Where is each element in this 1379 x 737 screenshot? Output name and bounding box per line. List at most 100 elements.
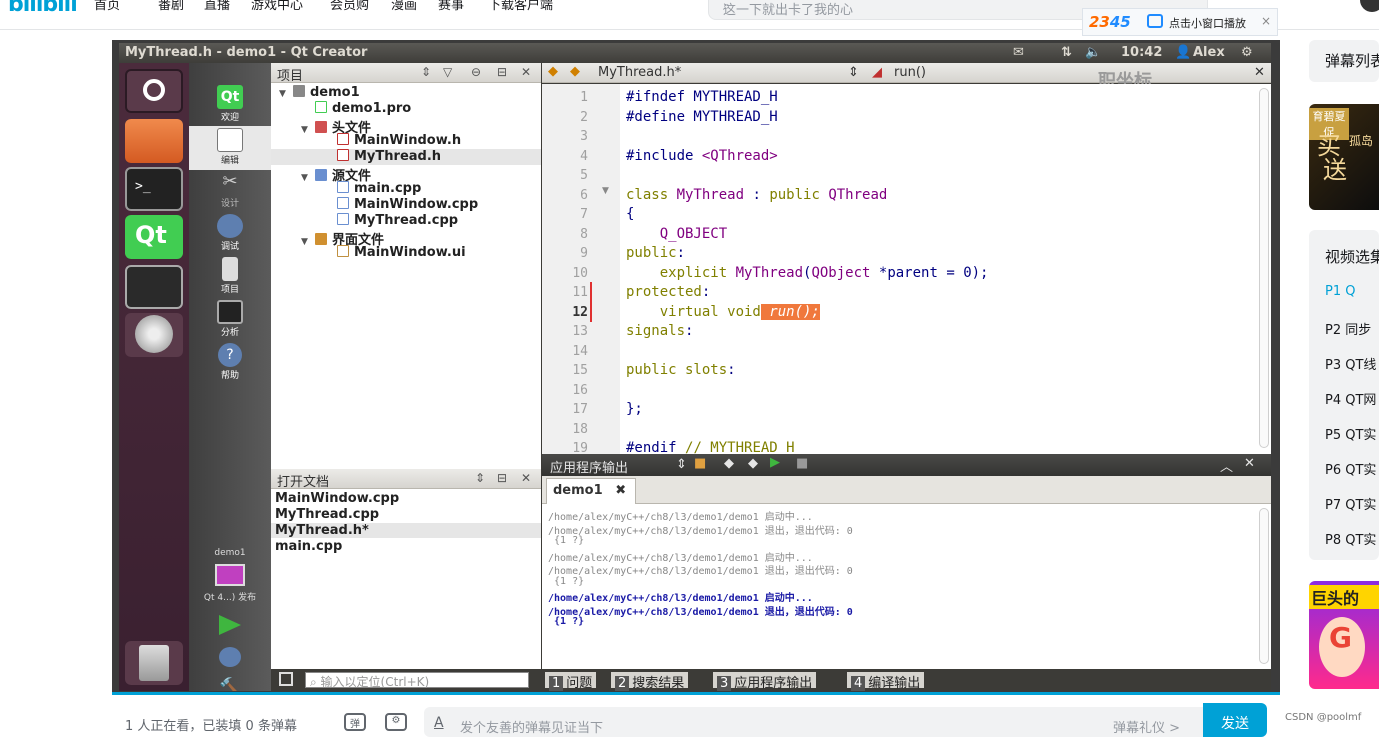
playlist-item[interactable]: P6 QT实 [1325, 459, 1376, 478]
nav-anime[interactable]: 番剧 [158, 0, 184, 13]
code-line[interactable]: #endif // MYTHREAD_H [626, 440, 795, 454]
nav-live[interactable]: 直播 [204, 0, 230, 13]
code-line[interactable]: protected: [626, 284, 710, 300]
ad-banner[interactable]: 巨头的 G [1309, 581, 1379, 689]
nav-home[interactable]: 首页 [94, 0, 120, 13]
nav-download-client[interactable]: 下载客户端 [488, 0, 553, 13]
prev-icon[interactable]: ◆ [724, 456, 734, 471]
mode-debug[interactable]: 调试 [189, 212, 271, 256]
nav-game-center[interactable]: 游戏中心 [251, 0, 303, 13]
combo-arrow-icon[interactable]: ⇕ [421, 65, 431, 79]
code-line[interactable]: signals: [626, 323, 693, 339]
code-line[interactable]: #include <QThread> [626, 148, 778, 164]
mode-analyze[interactable]: 分析 [189, 298, 271, 342]
stop-icon[interactable]: ■ [796, 456, 808, 471]
avatar[interactable] [1360, 0, 1379, 12]
sidebar-toggle-icon[interactable] [279, 672, 293, 686]
file-tab[interactable]: MyThread.h* [598, 65, 681, 80]
playlist-item[interactable]: P5 QT实 [1325, 424, 1376, 443]
danmaku-list-card[interactable]: 弹幕列表 [1309, 40, 1379, 82]
code-line[interactable]: }; [626, 401, 643, 417]
filter-icon[interactable]: ▽ [443, 65, 452, 79]
ubuntu-dash-icon[interactable] [125, 69, 183, 113]
code-line[interactable]: Q_OBJECT [626, 226, 727, 242]
run-icon[interactable] [219, 615, 241, 635]
user-name[interactable]: Alex [1193, 45, 1225, 60]
output-log[interactable]: /home/alex/myC++/ch8/l3/demo1/demo1 启动中.… [542, 504, 1271, 669]
open-doc-item[interactable]: MyThread.h* [271, 523, 541, 538]
tree-item[interactable]: MainWindow.ui [271, 245, 541, 261]
split-icon[interactable]: ⊟ [497, 471, 507, 485]
video-progress-bar[interactable] [112, 692, 1280, 695]
nav-manga[interactable]: 漫画 [391, 0, 417, 13]
workspace-switcher-icon[interactable] [125, 265, 183, 309]
locator-input[interactable]: ⌕ 输入以定位(Ctrl+K) [305, 672, 529, 689]
close-icon[interactable]: ✕ [1244, 456, 1255, 471]
code-editor[interactable]: 1 2 3 4 5 6 7 8 9 10 11 12 13 14 15 16 17 18 19 ▼ #ifndef … [542, 84, 1271, 454]
nav-events[interactable]: 赛事 [438, 0, 464, 13]
close-icon[interactable]: ✖ [615, 483, 626, 498]
send-button[interactable]: 发送 [1203, 703, 1267, 737]
danmaku-input[interactable]: A 发个友善的弹幕见证当下 弹幕礼仪 > [424, 707, 1266, 737]
split-icon[interactable]: ⊟ [497, 65, 507, 79]
nav-membership[interactable]: 会员购 [330, 0, 369, 13]
code-line[interactable]: #ifndef MYTHREAD_H [626, 89, 778, 105]
tree-item[interactable]: MainWindow.cpp [271, 197, 541, 213]
dvd-icon[interactable] [125, 313, 183, 357]
output-tab[interactable]: demo1 ✖ [546, 478, 636, 504]
qt-creator-icon[interactable]: Qt [125, 215, 183, 259]
close-icon[interactable]: ✕ [521, 471, 531, 485]
combo-arrow-icon[interactable]: ⇕ [676, 457, 687, 472]
mode-design[interactable]: ✂ 设计 [189, 169, 271, 213]
maximize-icon[interactable]: ︿ [1220, 456, 1233, 475]
combo-arrow-icon[interactable]: ⇕ [475, 471, 485, 485]
editor-scrollbar[interactable] [1259, 88, 1269, 448]
playlist-item[interactable]: P2 同步 [1325, 319, 1371, 338]
tree-item[interactable]: ▼ 源文件 [271, 165, 541, 184]
link-icon[interactable]: ⊖ [471, 65, 481, 79]
close-icon[interactable]: × [1261, 14, 1271, 28]
danmaku-settings-icon[interactable]: ⚙ [385, 713, 407, 731]
next-icon[interactable]: ◆ [748, 456, 758, 471]
run-target[interactable]: demo1 Qt 4...) 发布 [189, 548, 271, 603]
mode-projects[interactable]: 项目 [189, 255, 271, 299]
danmaku-toggle-icon[interactable]: 弹 [344, 713, 366, 731]
danmaku-style-icon[interactable]: A [434, 715, 444, 731]
mode-edit[interactable]: 编辑 [189, 126, 271, 170]
open-doc-item[interactable]: MainWindow.cpp [275, 491, 399, 506]
playlist-item[interactable]: P7 QT实 [1325, 494, 1376, 513]
code-line[interactable]: { [626, 206, 634, 222]
mini-player-popup[interactable]: 2345 点击小窗口播放 × [1082, 8, 1278, 36]
files-icon[interactable] [125, 119, 183, 163]
playlist-item[interactable]: P1 Q [1325, 284, 1355, 299]
network-icon[interactable]: ⇅ [1061, 45, 1072, 60]
bilibili-logo[interactable]: bilibili [8, 0, 78, 17]
playlist-item[interactable]: P8 QT实 [1325, 529, 1376, 548]
symbol-selector[interactable]: run() [894, 65, 926, 80]
tree-item[interactable]: ▼ 头文件 [271, 117, 541, 136]
mode-help[interactable]: ? 帮助 [189, 341, 271, 385]
open-doc-item[interactable]: main.cpp [275, 539, 342, 554]
debug-run-icon[interactable] [219, 647, 241, 667]
rerun-icon[interactable]: ▶ [770, 455, 780, 470]
user-icon[interactable]: 👤 [1175, 45, 1191, 60]
tab-application-output[interactable]: 3 应用程序输出 [713, 672, 817, 691]
stop-all-icon[interactable]: ■ [694, 456, 706, 471]
tab-compile-output[interactable]: 4 编译输出 [847, 672, 925, 691]
trash-icon[interactable] [125, 641, 183, 685]
forward-icon[interactable]: ◆ [570, 64, 580, 79]
tab-issues[interactable]: 1 问题 [545, 672, 597, 691]
tree-item[interactable]: ▼ 界面文件 [271, 229, 541, 248]
volume-icon[interactable]: 🔈 [1085, 45, 1101, 60]
gear-icon[interactable]: ⚙ [1241, 45, 1253, 60]
danmaku-etiquette-link[interactable]: 弹幕礼仪 > [1113, 717, 1180, 736]
clock[interactable]: 10:42 [1121, 45, 1162, 60]
playlist-item[interactable]: P4 QT网 [1325, 389, 1376, 408]
terminal-icon[interactable]: >_ [125, 167, 183, 211]
code-line[interactable]: virtual void run(); [626, 303, 820, 320]
code-line[interactable]: public: [626, 245, 685, 261]
tree-item[interactable]: MainWindow.h [271, 133, 541, 149]
mail-icon[interactable]: ✉ [1013, 45, 1024, 60]
tree-item[interactable]: MyThread.cpp [271, 213, 541, 229]
output-scrollbar[interactable] [1259, 508, 1269, 664]
